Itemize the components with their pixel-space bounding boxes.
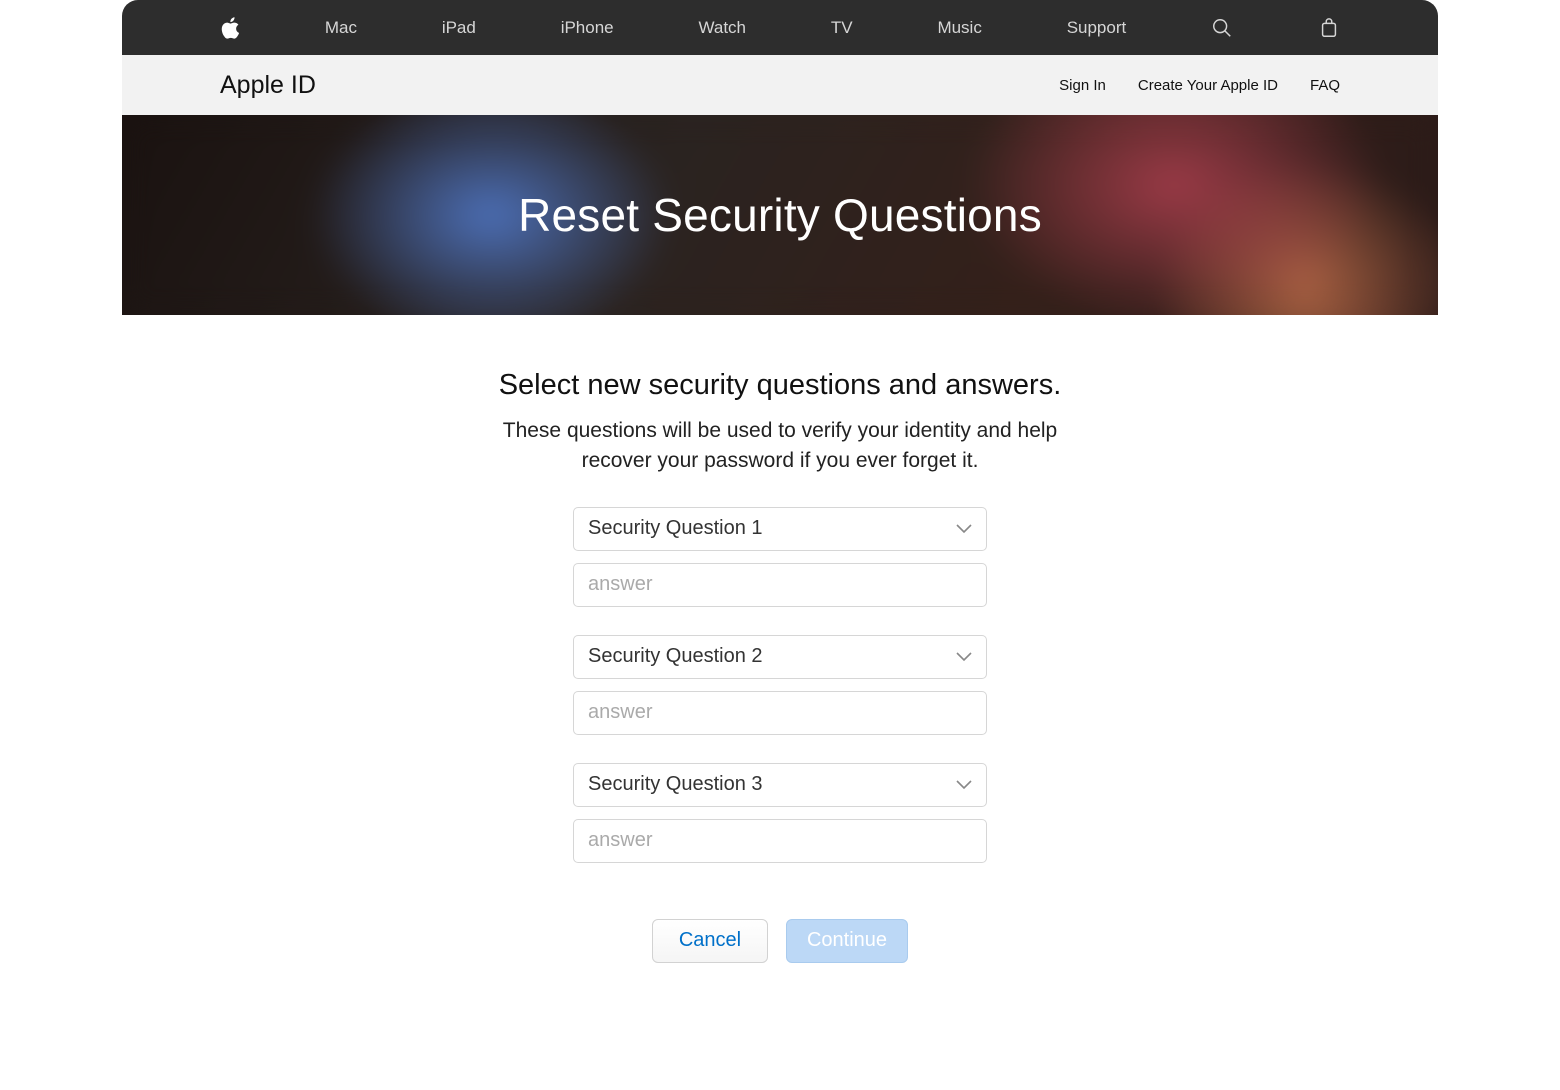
hero-title: Reset Security Questions	[518, 188, 1042, 242]
content-subheading: These questions will be used to verify y…	[500, 416, 1060, 477]
security-answer-2-input[interactable]	[574, 692, 986, 734]
button-row: Cancel Continue	[122, 919, 1438, 963]
content-heading: Select new security questions and answer…	[122, 369, 1438, 402]
chevron-down-icon	[942, 524, 986, 534]
security-question-3-select[interactable]: Security Question 3	[573, 763, 987, 807]
cancel-button[interactable]: Cancel	[652, 919, 768, 963]
sub-nav-links: Sign In Create Your Apple ID FAQ	[1059, 77, 1340, 94]
security-question-1-select[interactable]: Security Question 1	[573, 507, 987, 551]
security-question-1-label: Security Question 1	[574, 517, 942, 540]
sub-nav-title: Apple ID	[220, 71, 316, 100]
question-group-2: Security Question 2	[573, 635, 987, 735]
nav-mac[interactable]: Mac	[325, 18, 357, 38]
subnav-create-apple-id[interactable]: Create Your Apple ID	[1138, 77, 1278, 94]
security-answer-1-input[interactable]	[574, 564, 986, 606]
subnav-faq[interactable]: FAQ	[1310, 77, 1340, 94]
security-question-3-label: Security Question 3	[574, 773, 942, 796]
nav-tv[interactable]: TV	[831, 18, 853, 38]
apple-logo-icon[interactable]	[220, 16, 240, 40]
nav-watch[interactable]: Watch	[698, 18, 746, 38]
content-area: Select new security questions and answer…	[122, 315, 1438, 1003]
chevron-down-icon	[942, 780, 986, 790]
search-icon[interactable]	[1211, 17, 1233, 39]
nav-ipad[interactable]: iPad	[442, 18, 476, 38]
security-answer-1-wrap	[573, 563, 987, 607]
chevron-down-icon	[942, 652, 986, 662]
bag-icon[interactable]	[1318, 17, 1340, 39]
continue-button[interactable]: Continue	[786, 919, 908, 963]
nav-music[interactable]: Music	[937, 18, 981, 38]
question-group-1: Security Question 1	[573, 507, 987, 607]
global-nav: Mac iPad iPhone Watch TV Music Support	[122, 0, 1438, 55]
security-question-2-label: Security Question 2	[574, 645, 942, 668]
sub-nav: Apple ID Sign In Create Your Apple ID FA…	[122, 55, 1438, 115]
subnav-sign-in[interactable]: Sign In	[1059, 77, 1106, 94]
security-questions-form: Security Question 1 Security Question 2	[573, 507, 987, 863]
nav-iphone[interactable]: iPhone	[561, 18, 614, 38]
question-group-3: Security Question 3	[573, 763, 987, 863]
nav-support[interactable]: Support	[1067, 18, 1127, 38]
security-answer-3-wrap	[573, 819, 987, 863]
hero-banner: Reset Security Questions	[122, 115, 1438, 315]
security-answer-3-input[interactable]	[574, 820, 986, 862]
security-question-2-select[interactable]: Security Question 2	[573, 635, 987, 679]
security-answer-2-wrap	[573, 691, 987, 735]
